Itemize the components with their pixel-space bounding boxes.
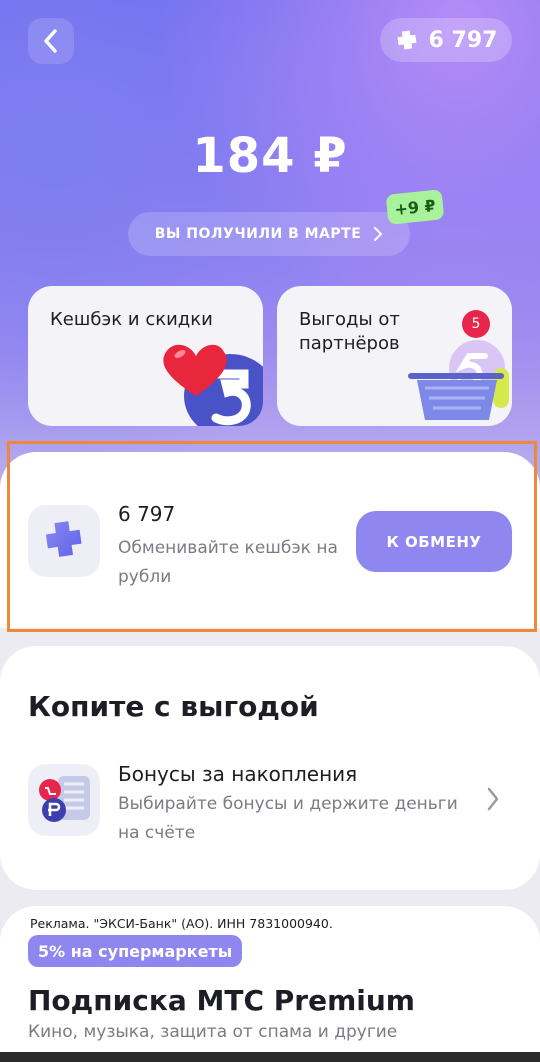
chevron-right-icon[interactable] xyxy=(486,786,500,812)
promo-tag: 5% на супермаркеты xyxy=(28,935,243,967)
notification-badge: 5 xyxy=(462,310,490,338)
savings-item-name[interactable]: Бонусы за накопления xyxy=(118,762,357,786)
bonus-calendar-icon xyxy=(39,776,90,822)
hero-header: 6 797 184 ₽ ВЫ ПОЛУЧИЛИ В МАРТЕ +9 ₽ Кеш… xyxy=(0,0,540,500)
system-nav-bar xyxy=(0,1052,540,1062)
card-partner-benefits[interactable]: Выгоды от партнёров 5 xyxy=(277,286,512,426)
highlight-frame xyxy=(7,441,537,632)
promo-description: Кино, музыка, защита от спама и другие xyxy=(28,1022,398,1042)
monthly-amount: 184 ₽ xyxy=(192,128,348,184)
bonus-badge: +9 ₽ xyxy=(385,189,445,225)
savings-item-description: Выбирайте бонусы и держите деньги на счё… xyxy=(118,794,458,843)
ad-disclaimer: Реклама. "ЭКСИ-Банк" (АО). ИНН 783100094… xyxy=(30,916,333,931)
heart-cashback-coin-icon xyxy=(163,344,263,426)
plus-cashback-icon xyxy=(397,30,417,50)
cashback-balance-pill[interactable]: 6 797 xyxy=(380,18,512,62)
month-received-button[interactable]: ВЫ ПОЛУЧИЛИ В МАРТЕ xyxy=(128,212,410,256)
bonus-calendar-icon xyxy=(28,764,100,836)
chevron-left-icon xyxy=(44,29,57,53)
chevron-right-icon xyxy=(374,227,383,241)
savings-title: Копите с выгодой xyxy=(28,690,319,723)
promo-title[interactable]: Подписка МТС Premium xyxy=(28,984,415,1017)
month-received-label: ВЫ ПОЛУЧИЛИ В МАРТЕ xyxy=(154,226,362,242)
cashback-balance-value: 6 797 xyxy=(428,27,498,53)
back-button[interactable] xyxy=(28,18,74,64)
card-cashback-discounts[interactable]: Кешбэк и скидки xyxy=(28,286,263,426)
shopping-basket-icon xyxy=(408,340,509,420)
